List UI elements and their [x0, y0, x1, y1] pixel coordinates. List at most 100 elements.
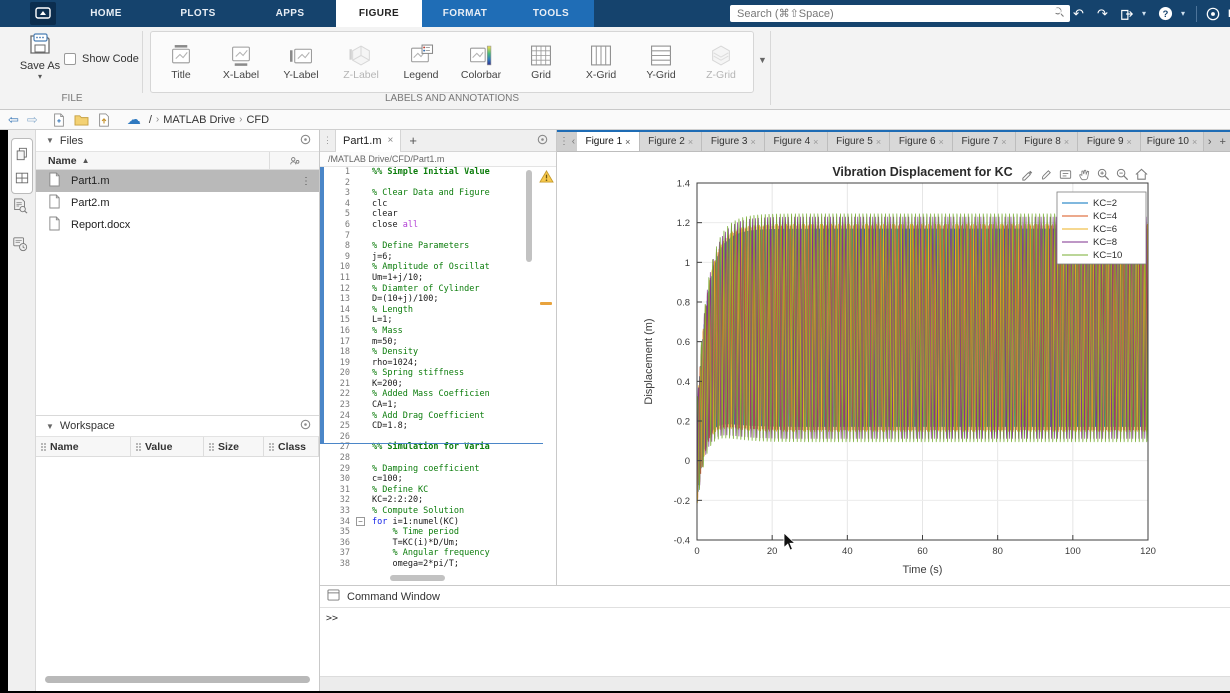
figure-tab-figure-5[interactable]: Figure 5×	[828, 132, 891, 151]
editor-tab-part1[interactable]: Part1.m ×	[335, 130, 401, 152]
save-icon[interactable]	[1046, 5, 1063, 22]
command-window-header[interactable]: Command Window	[320, 586, 1230, 608]
tab-scroll-left-icon[interactable]: ⋮ ‹	[557, 132, 577, 151]
toolstrip-tab-plots[interactable]: PLOTS	[152, 0, 244, 27]
toolstrip-tab-home[interactable]: HOME	[60, 0, 152, 27]
save-as-button[interactable]: Save As ▾	[14, 33, 66, 81]
warning-marker[interactable]	[540, 302, 552, 305]
file-row-part1.m[interactable]: Part1.m⋮	[36, 170, 319, 192]
code-line[interactable]: Um=1+j/10;	[372, 273, 556, 284]
grid-button[interactable]: Grid	[511, 44, 571, 81]
new-file-icon[interactable]	[52, 113, 66, 127]
code-area[interactable]: 1234567891011121314151617181920212223242…	[320, 167, 556, 573]
workspace-column-class[interactable]: Class	[264, 437, 319, 456]
breadcrumb-item[interactable]: MATLAB Drive	[163, 114, 235, 126]
close-icon[interactable]: ×	[1064, 137, 1069, 147]
breadcrumb-item[interactable]: CFD	[246, 114, 269, 126]
close-icon[interactable]: ×	[1127, 137, 1132, 147]
editor-vertical-scrollbar[interactable]	[526, 170, 532, 262]
figure-tab-figure-2[interactable]: Figure 2×	[640, 132, 703, 151]
command-window-scroll-track[interactable]	[320, 676, 1230, 691]
tab-scroll-right-icon[interactable]: ›	[1204, 132, 1216, 151]
code-line[interactable]: % Amplitude of Oscillat	[372, 262, 556, 273]
code-line[interactable]: % Diamter of Cylinder	[372, 284, 556, 295]
figure-tab-figure-4[interactable]: Figure 4×	[765, 132, 828, 151]
toolstrip-tab-tools[interactable]: TOOLS	[508, 0, 594, 27]
row-menu-icon[interactable]: ⋮	[301, 176, 311, 187]
help-caret-icon[interactable]: ▾	[1181, 9, 1189, 18]
account-icon[interactable]	[1204, 5, 1221, 22]
code-line[interactable]: m=50;	[372, 337, 556, 348]
code-line[interactable]: T=KC(i)*D/Um;	[372, 538, 556, 549]
close-icon[interactable]: ×	[939, 137, 944, 147]
close-icon[interactable]: ×	[876, 137, 881, 147]
files-panel-icon[interactable]	[12, 142, 32, 166]
new-tab-button[interactable]: +	[409, 133, 417, 148]
breadcrumb-item[interactable]: /	[149, 114, 152, 126]
close-icon[interactable]: ×	[1001, 137, 1006, 147]
search-input[interactable]	[730, 8, 1053, 20]
code-line[interactable]: K=200;	[372, 379, 556, 390]
code-line[interactable]	[372, 453, 556, 464]
code-fold-toggle[interactable]: −	[356, 517, 365, 526]
figure-tab-figure-8[interactable]: Figure 8×	[1016, 132, 1079, 151]
checkbox-icon[interactable]	[64, 53, 76, 65]
figure-tab-figure-7[interactable]: Figure 7×	[953, 132, 1016, 151]
collapse-triangle-icon[interactable]: ▼	[46, 422, 54, 431]
layout-grid-icon[interactable]	[12, 166, 32, 190]
help-icon[interactable]: ?	[1157, 5, 1174, 22]
x-grid-button[interactable]: X-Grid	[571, 44, 631, 81]
show-code-checkbox[interactable]: Show Code	[64, 53, 139, 65]
colorbar-button[interactable]: Colorbar	[451, 44, 511, 81]
code-line[interactable]: D=(10+j)/100;	[372, 294, 556, 305]
code-line[interactable]: % Spring stiffness	[372, 368, 556, 379]
toolstrip-tab-format[interactable]: FORMAT	[422, 0, 508, 27]
figure-tab-figure-6[interactable]: Figure 6×	[890, 132, 953, 151]
code-line[interactable]: % Length	[372, 305, 556, 316]
files-horizontal-scrollbar[interactable]	[45, 676, 310, 683]
code-line[interactable]: %% Simulation for Varia	[372, 442, 556, 453]
open-folder-icon[interactable]	[74, 113, 89, 126]
panel-menu-icon[interactable]	[300, 134, 311, 148]
workspace-column-name[interactable]: Name	[36, 437, 131, 456]
panel-menu-icon[interactable]	[300, 419, 311, 433]
figure-tab-figure-9[interactable]: Figure 9×	[1078, 132, 1141, 151]
code-line[interactable]: omega=2*pi/T;	[372, 559, 556, 570]
figure-tab-figure-3[interactable]: Figure 3×	[702, 132, 765, 151]
close-icon[interactable]: ×	[388, 135, 394, 146]
code-line[interactable]: % Define KC	[372, 485, 556, 496]
files-panel-header[interactable]: ▼ Files	[36, 130, 319, 152]
close-icon[interactable]: ×	[751, 137, 756, 147]
workspace-column-value[interactable]: Value	[131, 437, 204, 456]
workspace-panel-header[interactable]: ▼ Workspace	[36, 415, 319, 437]
x-label-button[interactable]: X-Label	[211, 44, 271, 81]
code-line[interactable]: % Add Drag Coefficient	[372, 411, 556, 422]
files-column-header[interactable]: Name ▲	[36, 152, 319, 170]
editor-horizontal-scrollbar[interactable]	[390, 575, 445, 581]
y-label-button[interactable]: Y-Label	[271, 44, 331, 81]
y-grid-button[interactable]: Y-Grid	[631, 44, 691, 81]
code-line[interactable]: % Added Mass Coefficien	[372, 389, 556, 400]
panel-menu-icon[interactable]	[537, 132, 548, 150]
code-line[interactable]: CD=1.8;	[372, 421, 556, 432]
figure-tab-figure-1[interactable]: Figure 1×	[577, 132, 640, 151]
export-caret-icon[interactable]: ▾	[1142, 9, 1150, 18]
file-row-part2.m[interactable]: Part2.m	[36, 192, 319, 214]
code-line[interactable]	[372, 432, 556, 443]
code-line[interactable]: for i=1:numel(KC)	[372, 517, 556, 528]
code-line[interactable]: KC=2:2:20;	[372, 495, 556, 506]
shared-column-icon[interactable]	[269, 152, 319, 170]
workspace-column-size[interactable]: Size	[204, 437, 264, 456]
close-icon[interactable]: ×	[1192, 137, 1197, 147]
code-line[interactable]: % Angular frequency	[372, 548, 556, 559]
title-button[interactable]: Title	[151, 44, 211, 81]
close-icon[interactable]: ×	[688, 137, 693, 147]
code-line[interactable]: % Density	[372, 347, 556, 358]
code-line[interactable]: c=100;	[372, 474, 556, 485]
collapse-triangle-icon[interactable]: ▼	[46, 136, 54, 145]
panel-drag-handle-icon[interactable]: ⋮	[320, 135, 335, 146]
redo-icon[interactable]: ↷	[1094, 5, 1111, 22]
close-icon[interactable]: ×	[625, 137, 630, 147]
cloud-drive-icon[interactable]: ☁	[127, 111, 141, 128]
warning-icon[interactable]	[539, 170, 554, 188]
